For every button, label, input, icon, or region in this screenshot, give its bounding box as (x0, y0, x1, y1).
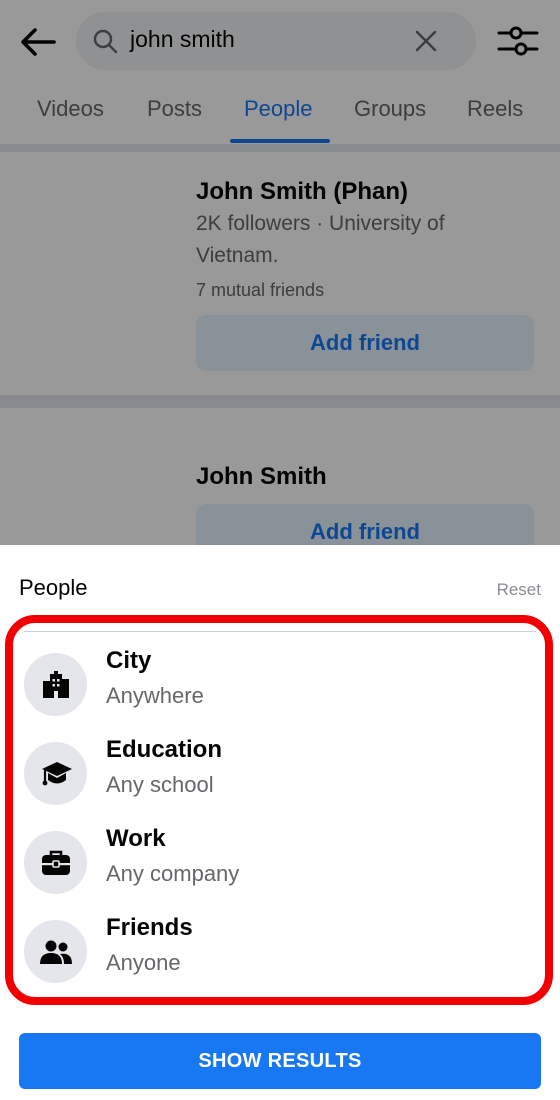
filter-option-value: Anyone (106, 950, 181, 975)
people-filter-sheet: People Reset City Anywhere Education Any… (0, 545, 560, 1100)
reset-button[interactable]: Reset (497, 580, 541, 600)
filter-option-label: City (106, 647, 152, 674)
filter-option-work[interactable]: Work Any company (24, 825, 536, 905)
filter-option-label: Education (106, 736, 223, 763)
show-results-button[interactable]: SHOW RESULTS (19, 1033, 541, 1089)
divider (24, 631, 536, 632)
filter-option-education[interactable]: Education Any school (24, 736, 536, 816)
filter-option-city[interactable]: City Anywhere (24, 647, 536, 727)
filter-option-value: Any company (106, 861, 240, 886)
filter-option-value: Anywhere (106, 683, 204, 708)
city-icon-badge (24, 653, 87, 716)
modal-scrim[interactable] (0, 0, 560, 545)
work-icon-badge (24, 831, 87, 894)
city-icon (42, 670, 69, 698)
filter-option-label: Work (106, 825, 166, 852)
filter-option-value: Any school (106, 772, 214, 797)
friends-icon-badge (24, 920, 87, 983)
briefcase-icon (41, 850, 70, 875)
filter-option-label: Friends (106, 914, 193, 941)
graduation-cap-icon (41, 761, 72, 785)
friends-icon (39, 940, 72, 964)
education-icon-badge (24, 742, 87, 805)
filter-option-friends[interactable]: Friends Anyone (24, 914, 536, 994)
sheet-title: People (19, 575, 88, 600)
search-results-screen: john smith Videos Posts People Groups Re… (0, 0, 560, 545)
